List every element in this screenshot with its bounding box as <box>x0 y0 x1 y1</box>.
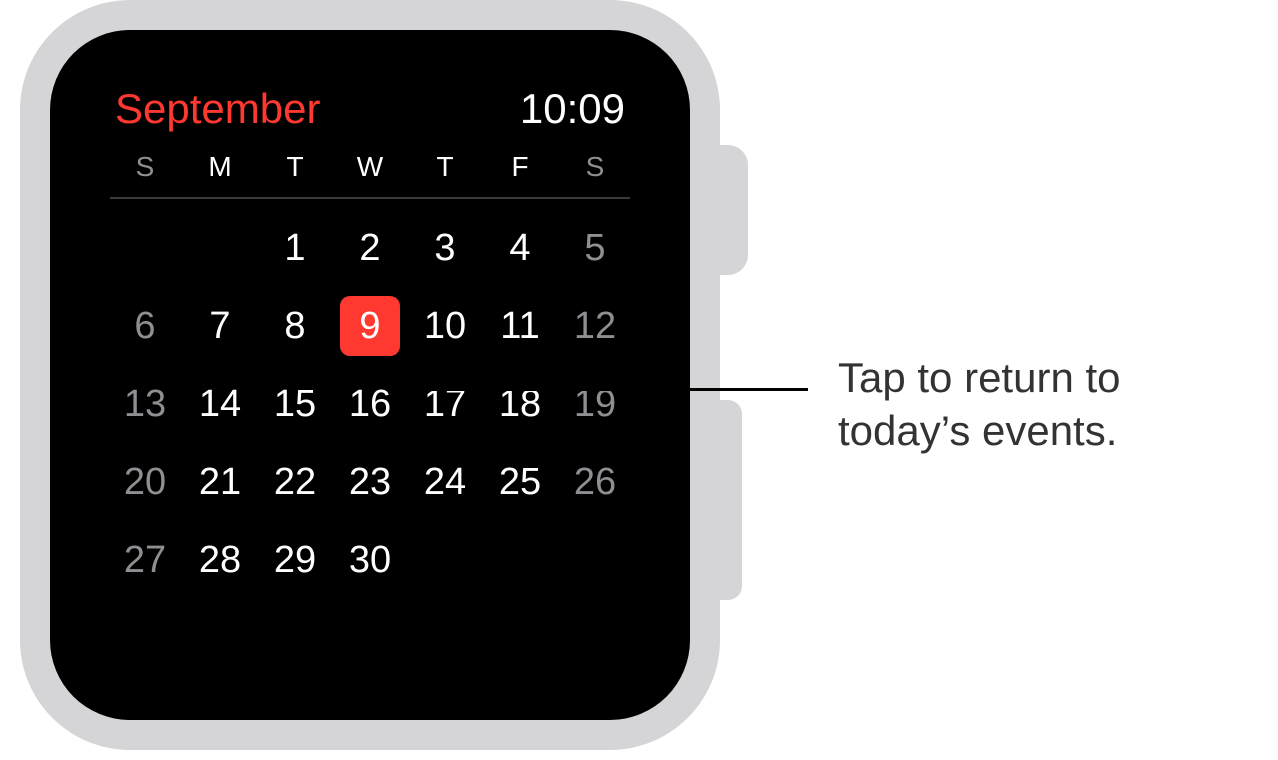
watch-body: September 10:09 S M T W T F S 1 <box>20 0 720 750</box>
day-cell[interactable]: 24 <box>415 452 475 512</box>
day-cell[interactable]: 5 <box>565 218 625 278</box>
week-row: 13 14 15 16 17 18 19 <box>110 365 630 443</box>
day-cell[interactable]: 14 <box>190 374 250 434</box>
week-row: 6 7 8 9 10 11 12 <box>110 287 630 365</box>
watch-device: September 10:09 S M T W T F S 1 <box>20 0 750 760</box>
day-cell[interactable]: 3 <box>415 218 475 278</box>
day-cell[interactable]: 26 <box>565 452 625 512</box>
weekday-sun: S <box>115 151 175 183</box>
day-cell[interactable]: 19 <box>565 374 625 434</box>
callout-leader-horizontal <box>398 388 808 391</box>
weekday-mon: M <box>190 151 250 183</box>
day-cell[interactable]: 22 <box>265 452 325 512</box>
weekday-sat: S <box>565 151 625 183</box>
day-cell[interactable]: 7 <box>190 296 250 356</box>
day-cell[interactable]: 2 <box>340 218 400 278</box>
day-cell[interactable]: 12 <box>565 296 625 356</box>
callout-annotation: Tap to return to today’s events. <box>838 352 1121 457</box>
day-cell[interactable]: 20 <box>115 452 175 512</box>
calendar-screen: September 10:09 S M T W T F S 1 <box>85 65 655 685</box>
day-cell[interactable]: 29 <box>265 530 325 590</box>
side-button[interactable] <box>712 400 742 600</box>
day-cell[interactable]: 13 <box>115 374 175 434</box>
day-cell[interactable]: 15 <box>265 374 325 434</box>
digital-crown[interactable] <box>708 145 748 275</box>
day-cell[interactable]: 11 <box>490 296 550 356</box>
week-row: 27 28 29 30 <box>110 521 630 599</box>
calendar-grid: 1 2 3 4 5 6 7 8 9 10 11 12 <box>110 199 630 599</box>
day-cell[interactable]: 8 <box>265 296 325 356</box>
weekday-header: S M T W T F S <box>110 143 630 199</box>
day-cell[interactable]: 4 <box>490 218 550 278</box>
weekday-fri: F <box>490 151 550 183</box>
status-bar: September 10:09 <box>110 85 630 143</box>
week-row: 1 2 3 4 5 <box>110 209 630 287</box>
day-cell[interactable]: 30 <box>340 530 400 590</box>
time-display: 10:09 <box>520 85 625 133</box>
day-cell[interactable]: 25 <box>490 452 550 512</box>
month-title[interactable]: September <box>115 85 320 133</box>
day-cell[interactable]: 17 <box>415 374 475 434</box>
day-cell[interactable]: 23 <box>340 452 400 512</box>
day-cell[interactable]: 16 <box>340 374 400 434</box>
week-row: 20 21 22 23 24 25 26 <box>110 443 630 521</box>
callout-line1: Tap to return to <box>838 354 1121 401</box>
day-cell[interactable]: 21 <box>190 452 250 512</box>
day-cell[interactable]: 18 <box>490 374 550 434</box>
weekday-tue: T <box>265 151 325 183</box>
day-cell[interactable]: 27 <box>115 530 175 590</box>
today-cell[interactable]: 9 <box>340 296 400 356</box>
weekday-thu: T <box>415 151 475 183</box>
day-cell[interactable]: 1 <box>265 218 325 278</box>
callout-line2: today’s events. <box>838 407 1117 454</box>
weekday-wed: W <box>340 151 400 183</box>
day-cell[interactable]: 10 <box>415 296 475 356</box>
screen-bezel: September 10:09 S M T W T F S 1 <box>50 30 690 720</box>
day-cell[interactable]: 6 <box>115 296 175 356</box>
day-cell[interactable]: 28 <box>190 530 250 590</box>
